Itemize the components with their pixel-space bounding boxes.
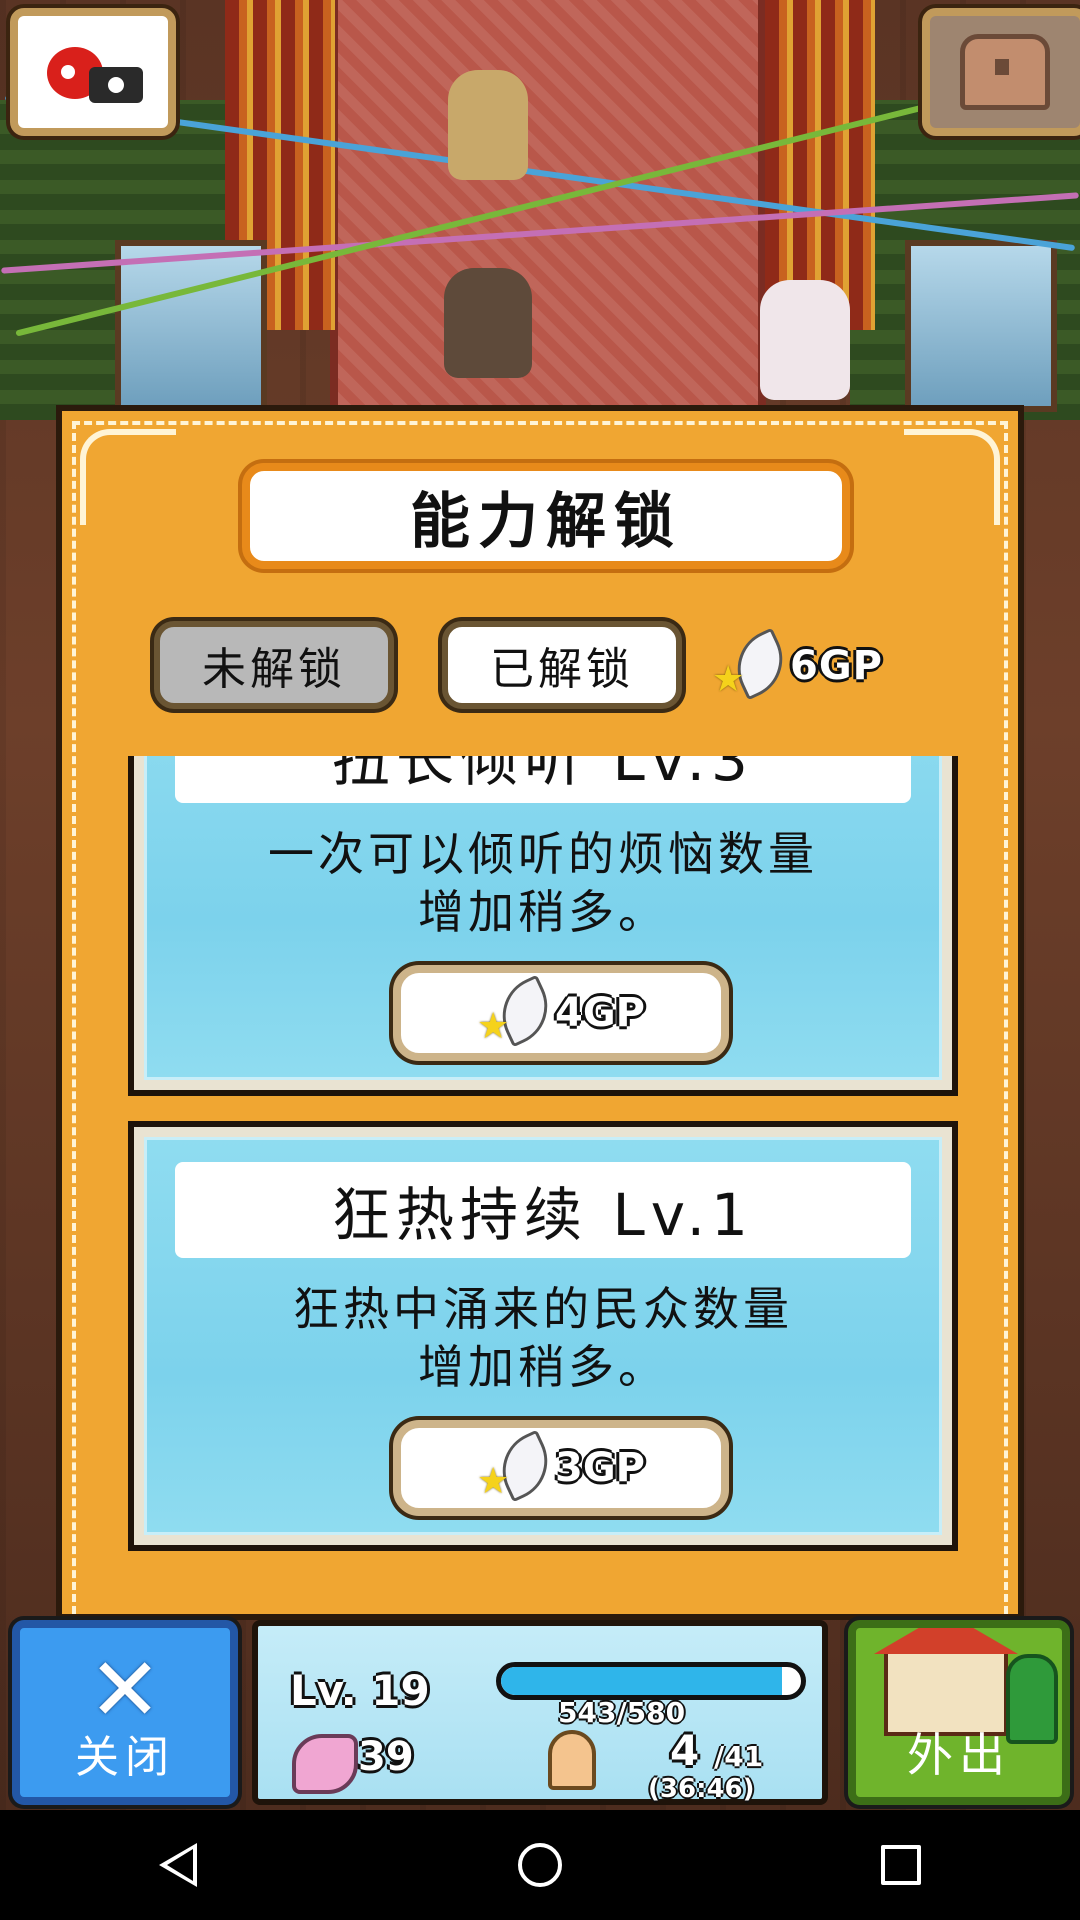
skill-description-line: 一次可以倾听的烦恼数量 — [268, 827, 818, 881]
skill-card: 扭长倾听 Lv.3 一次可以倾听的烦恼数量 增加稍多。 ★ 4GP — [128, 756, 958, 1096]
panel-title-box: 能力解锁 — [242, 463, 850, 569]
window-left — [115, 240, 267, 412]
star-wing-icon: ★ — [477, 974, 561, 1048]
hand-icon — [292, 1734, 358, 1794]
bird-camera-icon — [41, 37, 145, 107]
player-stats: Lv. 19 543/580 39 4 /41 (36:46) — [252, 1620, 828, 1805]
hand-count: 39 — [358, 1734, 414, 1780]
go-out-button[interactable]: 外出 — [848, 1620, 1070, 1805]
go-out-label: 外出 — [907, 1728, 1011, 1782]
player-level: Lv. 19 — [290, 1666, 430, 1715]
skill-list[interactable]: 扭长倾听 Lv.3 一次可以倾听的烦恼数量 增加稍多。 ★ 4GP 狂热持续 L… — [128, 756, 958, 1616]
npc-character — [448, 70, 528, 180]
window-right — [905, 240, 1057, 412]
unlock-cost-value: 4GP — [555, 990, 645, 1036]
screenshot-button[interactable] — [10, 8, 176, 136]
skill-description: 狂热中涌来的民众数量 增加稍多。 — [147, 1280, 939, 1396]
exp-progress-fill — [501, 1667, 782, 1695]
skill-description-line: 增加稍多。 — [418, 885, 668, 939]
star-wing-icon: ★ — [712, 627, 796, 701]
close-label: 关闭 — [75, 1732, 175, 1783]
player-character — [444, 268, 532, 378]
red-carpet — [330, 0, 766, 420]
power-sub: (36:46) — [648, 1774, 755, 1804]
recent-apps-icon[interactable] — [880, 1845, 921, 1885]
gp-balance-value: 6GP — [790, 643, 883, 689]
tab-unlocked[interactable]: 已解锁 — [442, 621, 682, 709]
rabbit-character — [760, 280, 850, 400]
skill-title: 扭长倾听 Lv.3 — [175, 756, 911, 803]
system-nav-bar — [0, 1810, 1080, 1920]
skill-description: 一次可以倾听的烦恼数量 增加稍多。 — [147, 825, 939, 941]
exp-progress-bar — [496, 1662, 806, 1700]
panel-title: 能力解锁 — [410, 486, 682, 557]
skill-card: 狂热持续 Lv.1 狂热中涌来的民众数量 增加稍多。 ★ 3GP — [128, 1121, 958, 1551]
gp-balance: ★ 6GP — [712, 627, 883, 701]
skill-description-line: 狂热中涌来的民众数量 — [293, 1282, 793, 1336]
tab-locked[interactable]: 未解锁 — [154, 621, 394, 709]
corner-ornament-right — [904, 429, 1000, 525]
home-icon[interactable] — [517, 1843, 562, 1887]
unlock-cost-value: 3GP — [555, 1445, 645, 1491]
power-current: 4 — [670, 1726, 700, 1775]
exp-value: 543/580 — [558, 1696, 686, 1729]
close-button[interactable]: ✕ 关闭 — [12, 1620, 238, 1805]
bottom-hud: ✕ 关闭 Lv. 19 543/580 39 4 /41 (36:46) 外出 — [0, 1610, 1080, 1810]
unlock-cost-button[interactable]: ★ 3GP — [393, 1420, 729, 1516]
skill-title: 狂热持续 Lv.1 — [175, 1162, 911, 1258]
flexed-arm-icon — [548, 1730, 596, 1790]
inventory-button[interactable] — [922, 8, 1080, 136]
treasure-chest-icon — [960, 34, 1050, 110]
star-wing-icon: ★ — [477, 1429, 561, 1503]
unlock-cost-button[interactable]: ★ 4GP — [393, 965, 729, 1061]
power-max: /41 — [714, 1740, 764, 1773]
skill-description-line: 增加稍多。 — [418, 1340, 668, 1394]
corner-ornament-left — [80, 429, 176, 525]
back-icon[interactable] — [159, 1843, 199, 1887]
ability-unlock-panel: 能力解锁 未解锁 已解锁 ★ 6GP 扭长倾听 Lv.3 一次可以倾听的烦恼数量… — [56, 405, 1024, 1620]
